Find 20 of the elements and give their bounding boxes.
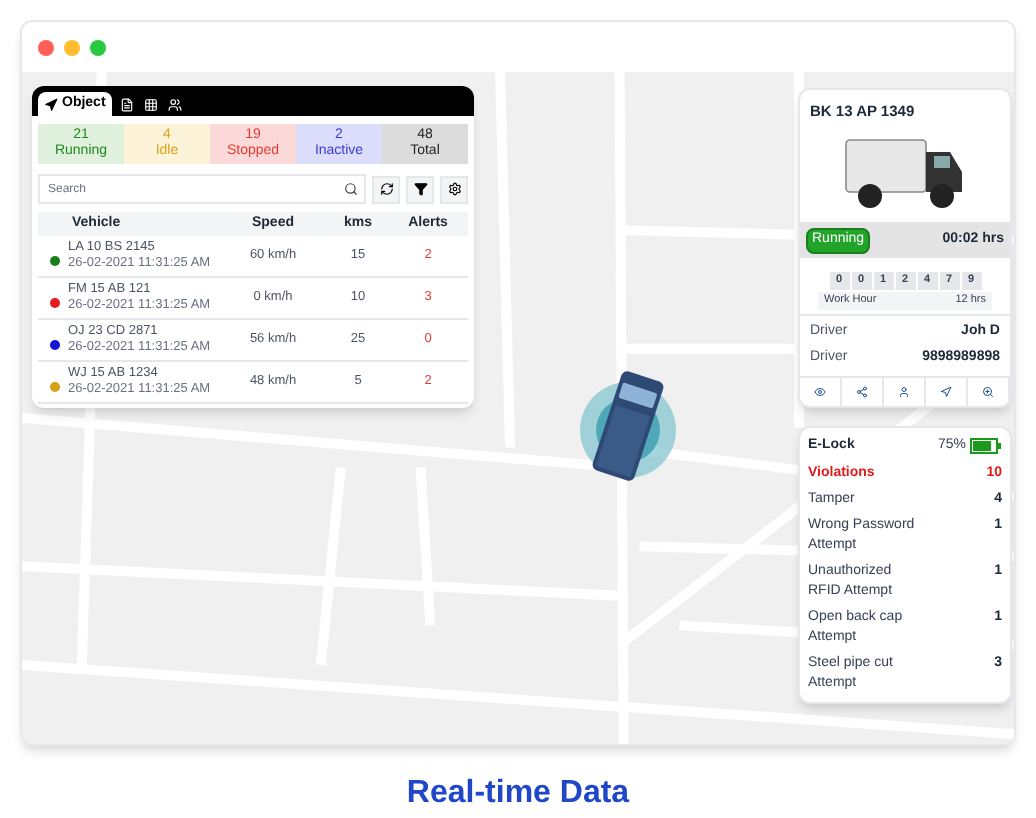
eye-icon xyxy=(814,385,826,397)
document-icon xyxy=(119,97,134,111)
refresh-button[interactable] xyxy=(372,175,400,203)
settings-button[interactable] xyxy=(440,175,468,203)
navigation-icon xyxy=(44,97,58,111)
share-icon xyxy=(856,385,868,397)
tab[interactable] xyxy=(117,92,136,116)
settings-icon xyxy=(447,182,461,196)
grid-icon xyxy=(143,97,158,111)
caption: Real-time Data xyxy=(406,774,630,814)
navigation-icon xyxy=(940,385,952,397)
users-icon xyxy=(167,97,182,111)
filter-icon xyxy=(413,182,427,196)
zoom-icon xyxy=(982,385,994,397)
search-icon xyxy=(344,182,358,196)
person-icon xyxy=(898,385,910,397)
vehicle-marker-icon[interactable] xyxy=(578,366,678,486)
battery-icon xyxy=(970,438,1002,455)
refresh-icon xyxy=(379,182,393,196)
filter-button[interactable] xyxy=(406,175,434,203)
